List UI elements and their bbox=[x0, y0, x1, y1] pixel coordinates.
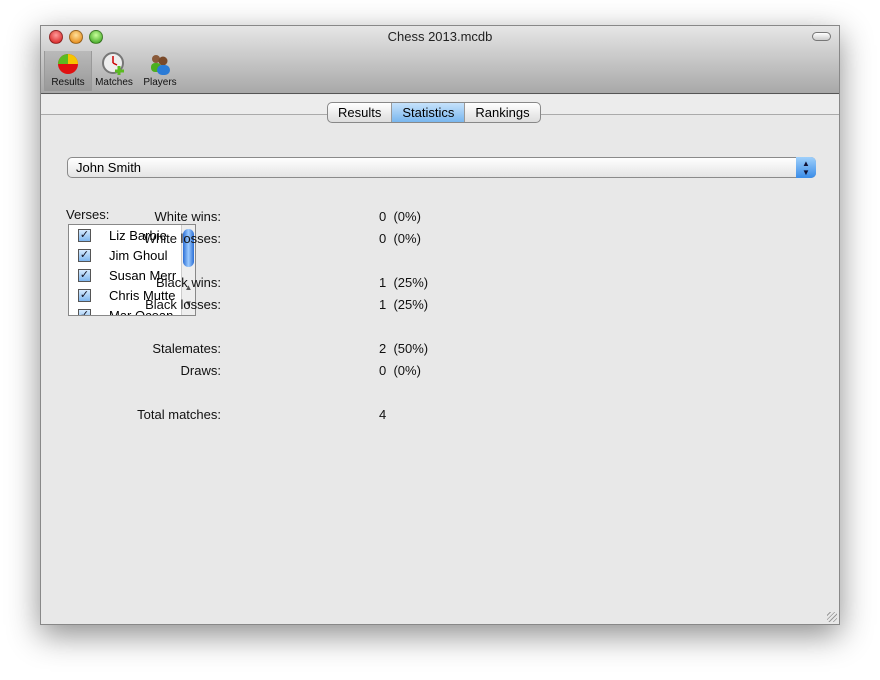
title-bar: Chess 2013.mcdb Results Matches Players bbox=[41, 26, 839, 94]
pie-chart-icon bbox=[45, 51, 91, 77]
app-window: Chess 2013.mcdb Results Matches Players … bbox=[40, 25, 840, 625]
view-tabs: Results Statistics Rankings bbox=[327, 102, 541, 123]
toolbar-players[interactable]: Players bbox=[136, 51, 184, 91]
player-name: Jim Ghoul bbox=[109, 247, 168, 263]
clock-add-icon bbox=[90, 51, 138, 77]
tab-results[interactable]: Results bbox=[328, 103, 393, 122]
toolbar-label: Players bbox=[143, 77, 177, 88]
toolbar-label: Results bbox=[51, 77, 85, 88]
users-icon bbox=[136, 51, 184, 77]
tab-statistics[interactable]: Statistics bbox=[392, 103, 466, 122]
up-down-arrows-icon: ▲ ▼ bbox=[796, 157, 816, 178]
tab-rankings[interactable]: Rankings bbox=[465, 103, 539, 122]
checkbox[interactable]: ✓ bbox=[78, 248, 91, 262]
toolbar-matches[interactable]: Matches bbox=[90, 51, 138, 91]
resize-grip[interactable] bbox=[827, 612, 837, 622]
toolbar-results[interactable]: Results bbox=[44, 51, 92, 91]
toolbar-toggle-button[interactable] bbox=[812, 32, 831, 41]
toolbar-label: Matches bbox=[95, 77, 133, 88]
window-title: Chess 2013.mcdb bbox=[387, 29, 493, 44]
player-select-value: John Smith bbox=[76, 160, 142, 175]
list-item[interactable]: ✓ Jim Ghoul bbox=[69, 245, 195, 265]
player-select[interactable]: John Smith ▲ ▼ bbox=[67, 157, 816, 178]
